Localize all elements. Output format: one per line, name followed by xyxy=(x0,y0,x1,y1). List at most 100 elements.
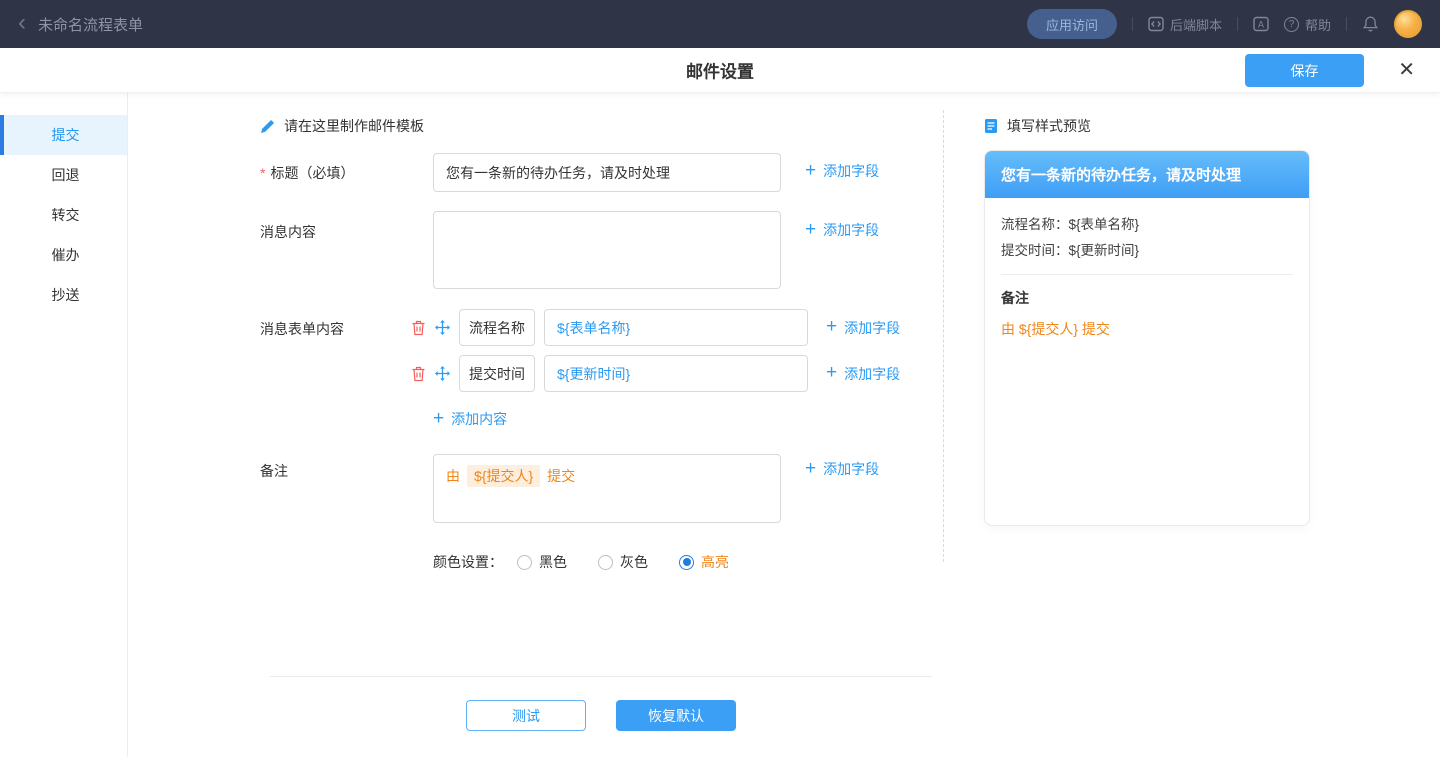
topbar: ‹ 未命名流程表单 应用访问 后端脚本 A ? 帮助 xyxy=(0,0,1440,48)
move-row-handle[interactable] xyxy=(435,366,450,381)
add-field-label: 添加字段 xyxy=(823,459,879,479)
move-icon xyxy=(435,366,450,381)
sidebar: 提交 回退 转交 催办 抄送 xyxy=(0,93,128,757)
field-name-input[interactable] xyxy=(459,309,535,346)
divider xyxy=(270,676,932,677)
field-value-input[interactable] xyxy=(544,309,808,346)
restore-default-button[interactable]: 恢复默认 xyxy=(616,700,736,731)
form-content-row: + 添加字段 xyxy=(411,309,900,346)
app-access-button[interactable]: 应用访问 xyxy=(1027,9,1117,39)
preview-card-body: 流程名称：${表单名称} 提交时间：${更新时间} 备注 由 ${提交人} 提交 xyxy=(985,198,1309,339)
divider xyxy=(1132,17,1133,31)
color-settings: 颜色设置： 黑色 灰色 高亮 xyxy=(433,552,760,572)
radio-checked-icon xyxy=(679,555,694,570)
add-content-button[interactable]: + 添加内容 xyxy=(433,409,507,429)
square-a-icon: A xyxy=(1253,16,1269,32)
form-content-row: + 添加字段 xyxy=(411,355,900,392)
preview-header: 填写样式预览 xyxy=(984,116,1091,136)
field-token[interactable]: ${提交人} xyxy=(467,465,540,487)
widget-button[interactable]: A xyxy=(1253,16,1269,32)
title-input[interactable] xyxy=(433,153,781,192)
backend-script-label: 后端脚本 xyxy=(1170,15,1222,34)
trash-icon xyxy=(411,320,426,336)
form-content-label: 消息表单内容 xyxy=(260,319,344,339)
message-input[interactable] xyxy=(433,211,781,289)
backend-script-button[interactable]: 后端脚本 xyxy=(1148,15,1222,34)
add-field-button[interactable]: + 添加字段 xyxy=(826,364,900,384)
modal-title: 邮件设置 xyxy=(686,58,754,83)
add-field-button[interactable]: + 添加字段 xyxy=(826,318,900,338)
close-icon[interactable]: ✕ xyxy=(1398,60,1415,80)
delete-row-button[interactable] xyxy=(411,366,426,382)
help-label: 帮助 xyxy=(1305,15,1331,34)
svg-text:A: A xyxy=(1258,20,1264,30)
color-option-gray[interactable]: 灰色 xyxy=(598,552,648,572)
plus-icon: + xyxy=(826,317,837,336)
plus-icon: + xyxy=(805,220,816,239)
sidebar-item-submit[interactable]: 提交 xyxy=(0,115,127,155)
trash-icon xyxy=(411,366,426,382)
modal-header: 邮件设置 保存 ✕ xyxy=(0,48,1440,93)
plus-icon: + xyxy=(805,459,816,478)
topbar-actions: 应用访问 后端脚本 A ? 帮助 xyxy=(1027,9,1422,39)
color-option-label: 高亮 xyxy=(701,552,729,572)
add-field-button[interactable]: + 添加字段 xyxy=(805,459,879,479)
back-icon[interactable]: ‹ xyxy=(18,11,26,35)
field-value-input[interactable] xyxy=(544,355,808,392)
preview-remark-text: 由 ${提交人} 提交 xyxy=(1001,319,1293,339)
remark-input[interactable]: 由 ${提交人} 提交 xyxy=(433,454,781,523)
color-option-label: 黑色 xyxy=(539,552,567,572)
sidebar-item-cc[interactable]: 抄送 xyxy=(0,275,127,315)
sidebar-item-transfer[interactable]: 转交 xyxy=(0,195,127,235)
pencil-icon xyxy=(260,119,275,134)
template-hint-label: 请在这里制作邮件模板 xyxy=(284,116,424,136)
add-content-label: 添加内容 xyxy=(451,409,507,429)
plus-icon: + xyxy=(826,363,837,382)
page-title: 未命名流程表单 xyxy=(38,14,143,35)
help-button[interactable]: ? 帮助 xyxy=(1284,15,1331,34)
color-option-highlight[interactable]: 高亮 xyxy=(679,552,729,572)
delete-row-button[interactable] xyxy=(411,320,426,336)
preview-row: 提交时间：${更新时间} xyxy=(1001,238,1293,264)
save-button[interactable]: 保存 xyxy=(1245,54,1364,87)
script-icon xyxy=(1148,16,1164,32)
move-icon xyxy=(435,320,450,335)
plus-icon: + xyxy=(433,409,444,428)
color-option-black[interactable]: 黑色 xyxy=(517,552,567,572)
radio-icon xyxy=(517,555,532,570)
color-option-label: 灰色 xyxy=(620,552,648,572)
template-hint: 请在这里制作邮件模板 xyxy=(260,116,424,136)
radio-icon xyxy=(598,555,613,570)
sidebar-item-urge[interactable]: 催办 xyxy=(0,235,127,275)
title-label-text: 标题（必填） xyxy=(270,165,354,181)
remark-prefix: 由 xyxy=(446,468,460,484)
divider xyxy=(1346,17,1347,31)
add-field-label: 添加字段 xyxy=(844,318,900,338)
add-field-label: 添加字段 xyxy=(823,220,879,240)
add-field-button[interactable]: + 添加字段 xyxy=(805,220,879,240)
preview-card-title: 您有一条新的待办任务，请及时处理 xyxy=(985,151,1309,198)
plus-icon: + xyxy=(805,161,816,180)
bell-icon[interactable] xyxy=(1362,15,1379,33)
add-field-label: 添加字段 xyxy=(823,161,879,181)
preview-header-label: 填写样式预览 xyxy=(1007,116,1091,136)
avatar[interactable] xyxy=(1394,10,1422,38)
divider xyxy=(943,110,944,562)
divider xyxy=(1237,17,1238,31)
remark-suffix: 提交 xyxy=(547,468,575,484)
add-field-label: 添加字段 xyxy=(844,364,900,384)
document-icon xyxy=(984,118,998,134)
required-mark: * xyxy=(260,165,265,181)
divider xyxy=(1001,274,1293,275)
add-field-button[interactable]: + 添加字段 xyxy=(805,161,879,181)
move-row-handle[interactable] xyxy=(435,320,450,335)
message-label: 消息内容 xyxy=(260,222,316,242)
test-button[interactable]: 测试 xyxy=(466,700,586,731)
color-setting-label: 颜色设置： xyxy=(433,552,503,572)
preview-remark-label: 备注 xyxy=(1001,288,1293,308)
field-name-input[interactable] xyxy=(459,355,535,392)
sidebar-item-return[interactable]: 回退 xyxy=(0,155,127,195)
title-label: * 标题（必填） xyxy=(260,163,354,183)
help-icon: ? xyxy=(1284,17,1299,32)
preview-row: 流程名称：${表单名称} xyxy=(1001,212,1293,238)
